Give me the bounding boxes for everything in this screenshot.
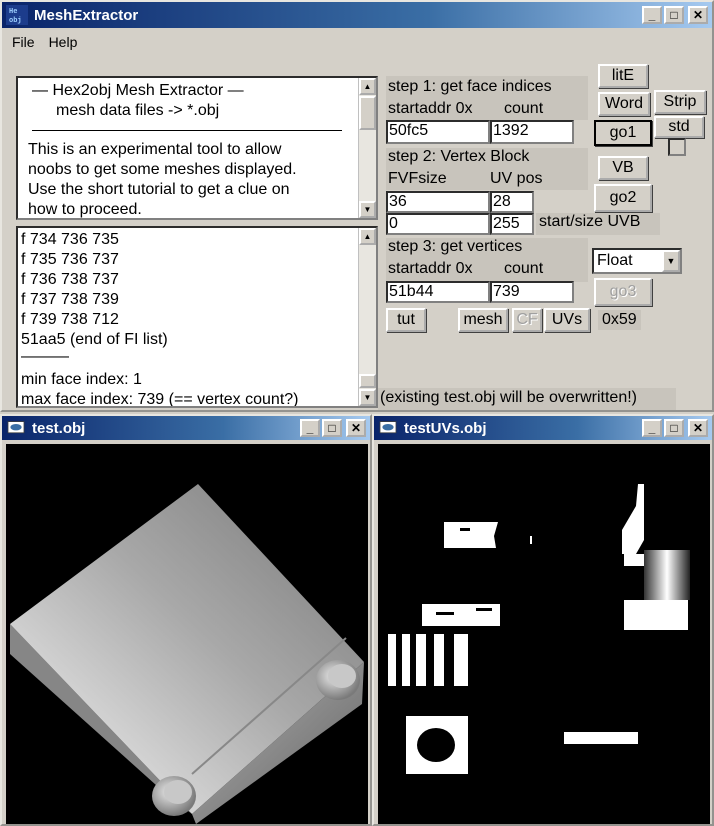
- log-line: f 734 736 735: [21, 231, 119, 248]
- step3-count-label: count: [504, 260, 544, 277]
- scroll-down-icon[interactable]: ▼: [359, 201, 376, 218]
- scroll-thumb[interactable]: [359, 96, 376, 130]
- maximize-button[interactable]: □: [322, 419, 342, 437]
- close-button[interactable]: ✕: [346, 419, 366, 437]
- scroll-down-icon[interactable]: ▼: [359, 389, 376, 406]
- lite-button[interactable]: litE: [598, 64, 648, 88]
- step1-count-input[interactable]: 1392: [490, 120, 574, 144]
- step2-uv-label: UV pos: [490, 170, 543, 187]
- info-line-3: Use the short tutorial to get a clue on: [28, 181, 290, 198]
- log-line: f 739 738 712: [21, 311, 119, 328]
- log-line: f 737 738 739: [21, 291, 119, 308]
- log-line: f 735 736 737: [21, 251, 119, 268]
- svg-text:He: He: [9, 8, 17, 16]
- step2-fvf-label: FVFsize: [388, 170, 447, 187]
- mesh-view-title: test.obj: [32, 419, 86, 437]
- minimize-button[interactable]: _: [300, 419, 320, 437]
- strip-button[interactable]: Strip: [654, 90, 706, 114]
- step1-addr-input[interactable]: 50fc5: [386, 120, 490, 144]
- go1-button[interactable]: go1: [594, 120, 652, 146]
- uv-view-window: testUVs.obj _ □ ✕: [372, 414, 714, 826]
- vb-button[interactable]: VB: [598, 156, 648, 180]
- log-line: ———: [21, 348, 69, 365]
- info-scrollbar[interactable]: ▲ ▼: [358, 78, 376, 218]
- scroll-up-icon[interactable]: ▲: [359, 228, 376, 245]
- uvb-size-input[interactable]: 255: [490, 213, 534, 235]
- window-icon: [7, 421, 25, 434]
- log-line: 51aa5 (end of FI list): [21, 331, 168, 348]
- std-checkbox[interactable]: [668, 138, 686, 156]
- step3-addr-label: startaddr 0x: [388, 260, 473, 277]
- warning-text: (existing test.obj will be overwritten!): [380, 389, 637, 406]
- maximize-button[interactable]: □: [664, 419, 684, 437]
- scroll-thumb[interactable]: [359, 374, 376, 388]
- std-button[interactable]: std: [654, 116, 704, 138]
- window-icon: [379, 421, 397, 434]
- info-subtitle: mesh data files -> *.obj: [56, 102, 220, 119]
- step3-addr-input[interactable]: 51b44: [386, 281, 490, 303]
- window-title: MeshExtractor: [34, 6, 139, 24]
- mesh-render: [10, 484, 364, 824]
- uvs-button[interactable]: UVs: [544, 308, 590, 332]
- uv-render-canvas[interactable]: [378, 444, 710, 824]
- cf-button[interactable]: CF: [512, 308, 542, 332]
- maximize-button[interactable]: □: [664, 6, 684, 24]
- menubar: File Help: [2, 30, 712, 54]
- go3-button[interactable]: go3: [594, 278, 652, 306]
- menu-help[interactable]: Help: [49, 34, 78, 50]
- uv-view-titlebar[interactable]: testUVs.obj _ □ ✕: [374, 416, 712, 440]
- minimize-button[interactable]: _: [642, 6, 662, 24]
- mesh-button[interactable]: mesh: [458, 308, 508, 332]
- minimize-button[interactable]: _: [642, 419, 662, 437]
- chevron-down-icon[interactable]: ▼: [662, 250, 680, 272]
- step3-title: step 3: get vertices: [388, 238, 523, 255]
- word-button[interactable]: Word: [598, 92, 650, 116]
- info-divider: [32, 130, 342, 131]
- step2-title: step 2: Vertex Block: [388, 148, 530, 165]
- uvb-label: start/size UVB: [539, 213, 641, 230]
- step1-title: step 1: get face indices: [388, 78, 552, 95]
- main-titlebar[interactable]: He obj MeshExtractor _ □ ✕: [2, 2, 712, 28]
- menu-file[interactable]: File: [12, 34, 35, 50]
- info-textbox[interactable]: — Hex2obj Mesh Extractor — mesh data fil…: [16, 76, 378, 220]
- log-line: f 736 738 737: [21, 271, 119, 288]
- uvb-start-input[interactable]: 0: [386, 213, 490, 235]
- log-scrollbar[interactable]: ▲ ▼: [358, 228, 376, 406]
- close-button[interactable]: ✕: [688, 6, 708, 24]
- vertex-type-select[interactable]: Float ▼: [592, 248, 682, 274]
- uv-render: [388, 484, 690, 774]
- step3-count-input[interactable]: 739: [490, 281, 574, 303]
- go2-button[interactable]: go2: [594, 184, 652, 212]
- tutorial-button[interactable]: tut: [386, 308, 426, 332]
- log-line: min face index: 1: [21, 371, 142, 388]
- log-line: max face index: 739 (== vertex count?): [21, 391, 299, 408]
- vertex-type-value: Float: [597, 252, 633, 269]
- mesh-view-titlebar[interactable]: test.obj _ □ ✕: [2, 416, 370, 440]
- step1-addr-label: startaddr 0x: [388, 100, 473, 117]
- info-line-4: how to proceed.: [28, 201, 142, 218]
- app-icon: He obj: [6, 5, 28, 25]
- main-window: He obj MeshExtractor _ □ ✕ File Help — H…: [0, 0, 714, 412]
- mesh-view-window: test.obj _ □ ✕: [0, 414, 372, 826]
- svg-text:obj: obj: [9, 17, 22, 25]
- step1-count-label: count: [504, 100, 544, 117]
- uv-pos-input[interactable]: 28: [490, 191, 534, 213]
- info-line-1: This is an experimental tool to allow: [28, 141, 282, 158]
- scroll-up-icon[interactable]: ▲: [359, 78, 376, 95]
- info-line-2: noobs to get some meshes displayed.: [28, 161, 297, 178]
- uv-view-title: testUVs.obj: [404, 419, 487, 437]
- close-button[interactable]: ✕: [688, 419, 708, 437]
- hex-readout: 0x59: [598, 310, 641, 330]
- info-title: — Hex2obj Mesh Extractor —: [32, 82, 244, 99]
- fvf-size-input[interactable]: 36: [386, 191, 490, 213]
- mesh-render-canvas[interactable]: [6, 444, 368, 824]
- log-textbox[interactable]: f 734 736 735 f 735 736 737 f 736 738 73…: [16, 226, 378, 408]
